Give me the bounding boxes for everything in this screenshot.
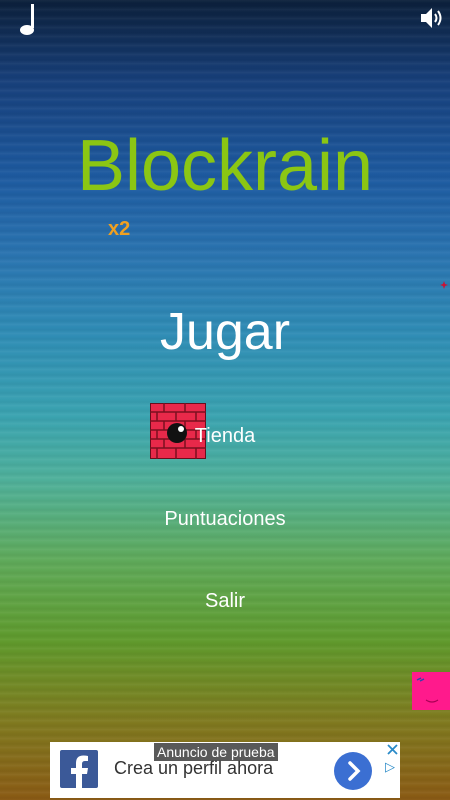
pink-block-character [412, 672, 450, 710]
sound-icon[interactable] [418, 4, 446, 32]
ad-test-label: Anuncio de prueba [154, 743, 278, 761]
shop-button[interactable]: Tienda [0, 425, 450, 448]
music-icon[interactable] [16, 2, 40, 36]
play-button[interactable]: Jugar [0, 302, 450, 362]
ad-close-icon[interactable] [385, 742, 400, 757]
scores-button[interactable]: Puntuaciones [0, 508, 450, 531]
ad-arrow-icon[interactable] [334, 752, 372, 790]
game-title: Blockrain [76, 126, 374, 206]
facebook-icon [60, 750, 98, 788]
exit-button[interactable]: Salir [0, 590, 450, 613]
ad-choices-badge[interactable]: ▷ [385, 760, 395, 775]
ad-headline[interactable]: Crea un perfil ahora [114, 758, 273, 779]
score-multiplier: x2 [108, 218, 131, 240]
background-streaks [0, 0, 450, 800]
falling-particle [440, 274, 448, 289]
